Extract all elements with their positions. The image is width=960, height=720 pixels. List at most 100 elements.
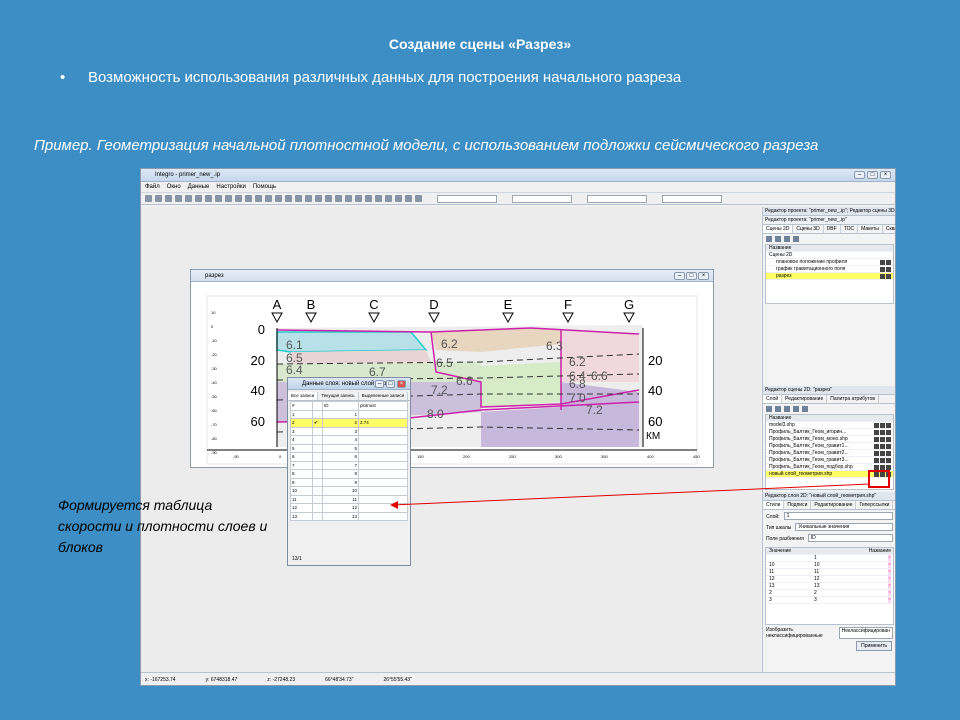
add-icon[interactable] (766, 236, 772, 242)
remove-layer-icon[interactable] (775, 406, 781, 412)
toolbar-tool-icon[interactable] (265, 195, 272, 202)
toolbar-tool-icon[interactable] (295, 195, 302, 202)
tab-layouts[interactable]: Макеты (858, 225, 883, 233)
toolbar-tool-icon[interactable] (255, 195, 262, 202)
section-maximize-button[interactable]: □ (686, 272, 697, 280)
tab-layer-editing[interactable]: Редактирование (811, 501, 857, 509)
style-table-row[interactable]: 3 3 ~ (766, 597, 893, 604)
toolbar-dropdown[interactable] (512, 195, 572, 203)
row-check[interactable] (312, 409, 323, 419)
table-row[interactable]: 2 ✔ 2 2.74 (290, 418, 408, 428)
style-swatch-icon[interactable]: ~ (888, 562, 891, 568)
layer-visibility-icons[interactable] (874, 457, 891, 463)
table-row[interactable]: 11 (290, 409, 408, 419)
toolbar-tool-icon[interactable] (235, 195, 242, 202)
layer-select[interactable]: 1 (783, 512, 893, 520)
visibility-icons[interactable] (880, 259, 891, 265)
toolbar-tool-icon[interactable] (275, 195, 282, 202)
toolbar-tool-icon[interactable] (215, 195, 222, 202)
layer-list-item[interactable]: Профиль_Балтик_Геом_гравит3... (766, 457, 893, 464)
toolbar-tool-icon[interactable] (165, 195, 172, 202)
layer-list-item[interactable]: Профиль_Балтик_Геом_гравит1... (766, 443, 893, 450)
scale-type-select[interactable]: Уникальные значения (795, 523, 893, 531)
table-row[interactable]: 12 12 (290, 503, 408, 513)
row-check[interactable] (312, 511, 323, 521)
table-row[interactable]: 10 10 (290, 486, 408, 496)
properties-icon[interactable] (793, 236, 799, 242)
style-swatch-icon[interactable]: ~ (888, 583, 891, 589)
add-layer-icon[interactable] (766, 406, 772, 412)
row-check[interactable] (312, 469, 323, 479)
toolbar-tool-icon[interactable] (395, 195, 402, 202)
layer-list-item[interactable]: model3.shp (766, 422, 893, 429)
style-table-row[interactable]: 11 11 ~ (766, 569, 893, 576)
row-check[interactable] (312, 503, 323, 513)
menu-file[interactable]: Файл (145, 184, 160, 192)
tab-attribute-palette[interactable]: Палитра атрибутов (827, 395, 880, 403)
tab-toc[interactable]: TOC (841, 225, 859, 233)
up-icon[interactable] (784, 406, 790, 412)
style-table-row[interactable]: 13 13 ~ (766, 583, 893, 590)
layer-list-item[interactable]: Профиль_Балтик_Геом_игорин... (766, 429, 893, 436)
style-table-row[interactable]: 12 12 ~ (766, 576, 893, 583)
style-swatch-icon[interactable]: ~ (888, 569, 891, 575)
toolbar-tool-icon[interactable] (315, 195, 322, 202)
menu-data[interactable]: Данные (188, 184, 210, 192)
tab-styles[interactable]: Стили (763, 501, 785, 509)
tree-item[interactable]: график гравитационного поля (766, 266, 893, 273)
visibility-icons[interactable] (880, 266, 891, 272)
toolbar-dropdown[interactable] (437, 195, 497, 203)
toolbar-tool-icon[interactable] (145, 195, 152, 202)
style-swatch-icon[interactable]: ~ (888, 555, 891, 561)
style-table-row[interactable]: 10 10 ~ (766, 562, 893, 569)
menu-help[interactable]: Помощь (253, 184, 276, 192)
toolbar-tool-icon[interactable] (225, 195, 232, 202)
toolbar-tool-icon[interactable] (185, 195, 192, 202)
row-check[interactable] (312, 486, 323, 496)
table-row[interactable]: 77 (290, 460, 408, 470)
tree-item[interactable]: плановое положение профиля (766, 259, 893, 266)
table-row[interactable]: 11 11 (290, 494, 408, 504)
section-canvas[interactable]: A B C D E F G 0 20 40 60 20 40 60 КМ 6.1 6.5 6.4 6.2 6.3 6.2… (191, 282, 713, 467)
row-check[interactable]: ✔ (312, 418, 323, 428)
tab-dbf[interactable]: DBF (824, 225, 841, 233)
style-swatch-icon[interactable]: ~ (888, 597, 891, 603)
table-row[interactable]: 13 13 (290, 511, 408, 521)
unclassified-checkbox[interactable]: Неклассифицирован (838, 627, 893, 639)
layer-list-item[interactable]: Профиль_Балтик_Геом_моно.shp (766, 436, 893, 443)
layer-visibility-icons[interactable] (874, 436, 891, 442)
tab-editing[interactable]: Редактирование (782, 395, 828, 403)
toolbar-tool-icon[interactable] (285, 195, 292, 202)
style-swatch-icon[interactable]: ~ (888, 590, 891, 596)
table-row[interactable]: 66 (290, 452, 408, 462)
tab-hyperlinks[interactable]: Гиперссылки (856, 501, 894, 509)
down-icon[interactable] (793, 406, 799, 412)
toolbar-tool-icon[interactable] (415, 195, 422, 202)
tab-scenes-2d[interactable]: Сцены 2D (763, 225, 794, 233)
table-row[interactable]: 55 (290, 443, 408, 453)
tab-labels[interactable]: Подписи (784, 501, 812, 509)
tab-selected-records[interactable]: Выделенные записи (359, 392, 409, 400)
row-check[interactable] (312, 452, 323, 462)
close-button[interactable]: × (880, 171, 891, 179)
table-row[interactable]: 99 (290, 477, 408, 487)
layer-data-minimize-button[interactable]: – (375, 380, 384, 388)
toolbar-tool-icon[interactable] (345, 195, 352, 202)
split-field-select[interactable]: ID (807, 534, 893, 542)
tree-item[interactable]: Сцены 2D (766, 252, 893, 259)
layer-data-maximize-button[interactable]: □ (386, 380, 395, 388)
layer-list-item[interactable]: Профиль_Балтик_Геом_гравит2... (766, 450, 893, 457)
style-table-row[interactable]: 2 2 ~ (766, 590, 893, 597)
layer-data-close-button[interactable]: × (397, 380, 406, 388)
toolbar-tool-icon[interactable] (375, 195, 382, 202)
row-check[interactable] (312, 460, 323, 470)
toolbar-tool-icon[interactable] (335, 195, 342, 202)
style-swatch-icon[interactable]: ~ (888, 576, 891, 582)
layer-visibility-icons[interactable] (874, 443, 891, 449)
tab-wells[interactable]: Скважины (883, 225, 895, 233)
tab-current-record[interactable]: Текущая запись (318, 392, 359, 400)
layer-visibility-icons[interactable] (874, 450, 891, 456)
row-check[interactable] (312, 477, 323, 487)
toolbar-tool-icon[interactable] (175, 195, 182, 202)
toolbar-tool-icon[interactable] (385, 195, 392, 202)
